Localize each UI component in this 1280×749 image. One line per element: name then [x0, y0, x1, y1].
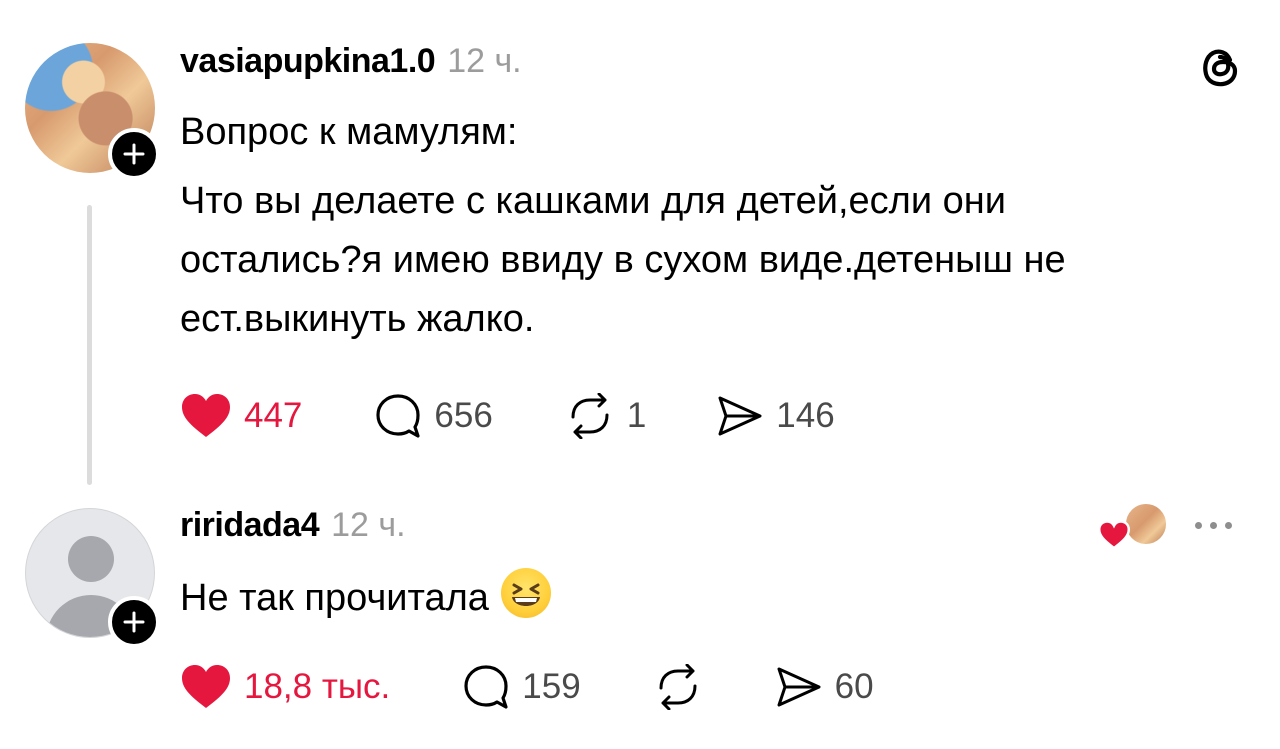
- comment-count: 159: [522, 667, 581, 706]
- post-body: Вопрос к мамулям: Что вы делаете с кашка…: [180, 103, 1066, 349]
- like-count: 18,8 тыс.: [244, 667, 391, 706]
- comment-bubble-icon: [376, 394, 421, 438]
- reply-actions: 18,8 тыс. 159 60: [180, 663, 874, 711]
- heart-icon: [182, 665, 230, 708]
- share-button[interactable]: 146: [716, 394, 835, 438]
- send-icon: [718, 396, 762, 436]
- author-liked-indicator: [1098, 502, 1168, 552]
- comment-button[interactable]: 656: [374, 392, 493, 440]
- like-count: 447: [244, 396, 303, 435]
- post-line: остались?я имею ввиду в сухом виде.детен…: [180, 239, 1066, 281]
- comment-bubble-icon: [464, 665, 508, 709]
- thread-connector-line: [87, 205, 92, 485]
- grinning-squinting-face-emoji: [500, 568, 551, 618]
- post-line: ест.выкинуть жалко.: [180, 298, 535, 340]
- more-dots-icon: [1225, 522, 1232, 529]
- like-button[interactable]: 447: [180, 393, 302, 439]
- plus-icon: [123, 611, 145, 633]
- share-button[interactable]: 60: [775, 665, 874, 709]
- repost-count: 1: [626, 396, 647, 435]
- send-icon: [777, 667, 821, 707]
- repost-button[interactable]: [653, 664, 703, 710]
- repost-button[interactable]: 1: [565, 393, 646, 439]
- share-count: 60: [834, 667, 874, 706]
- heart-icon: [182, 394, 230, 437]
- reply-text: Не так прочитала: [180, 577, 489, 619]
- post-actions: 447 656 1 146: [180, 392, 835, 440]
- like-button[interactable]: 18,8 тыс.: [180, 664, 390, 710]
- repost-icon: [659, 664, 697, 710]
- more-options-button[interactable]: [1195, 522, 1232, 529]
- post-time: 12 ч.: [447, 42, 522, 80]
- threads-logo-icon[interactable]: [1197, 44, 1243, 95]
- reply-meta: riridada4 12 ч.: [180, 506, 406, 545]
- post-username[interactable]: vasiapupkina1.0: [180, 42, 436, 81]
- more-dots-icon: [1195, 522, 1202, 529]
- author-avatar-mini: [1124, 502, 1168, 546]
- post-line: Вопрос к мамулям:: [180, 111, 518, 153]
- heart-icon: [1098, 520, 1130, 550]
- comment-count: 656: [434, 396, 493, 435]
- post-line: Что вы делаете с кашками для детей,если …: [180, 180, 1006, 222]
- follow-button[interactable]: [108, 128, 160, 180]
- comment-button[interactable]: 159: [462, 663, 581, 711]
- more-dots-icon: [1210, 522, 1217, 529]
- post-meta: vasiapupkina1.0 12 ч.: [180, 42, 522, 81]
- repost-icon: [571, 393, 609, 439]
- reply-body: Не так прочитала: [180, 568, 551, 628]
- default-avatar-head: [68, 536, 114, 582]
- follow-button[interactable]: [108, 596, 160, 648]
- share-count: 146: [776, 396, 835, 435]
- reply-username[interactable]: riridada4: [180, 506, 320, 545]
- plus-icon: [123, 143, 145, 165]
- reply-time: 12 ч.: [331, 506, 406, 544]
